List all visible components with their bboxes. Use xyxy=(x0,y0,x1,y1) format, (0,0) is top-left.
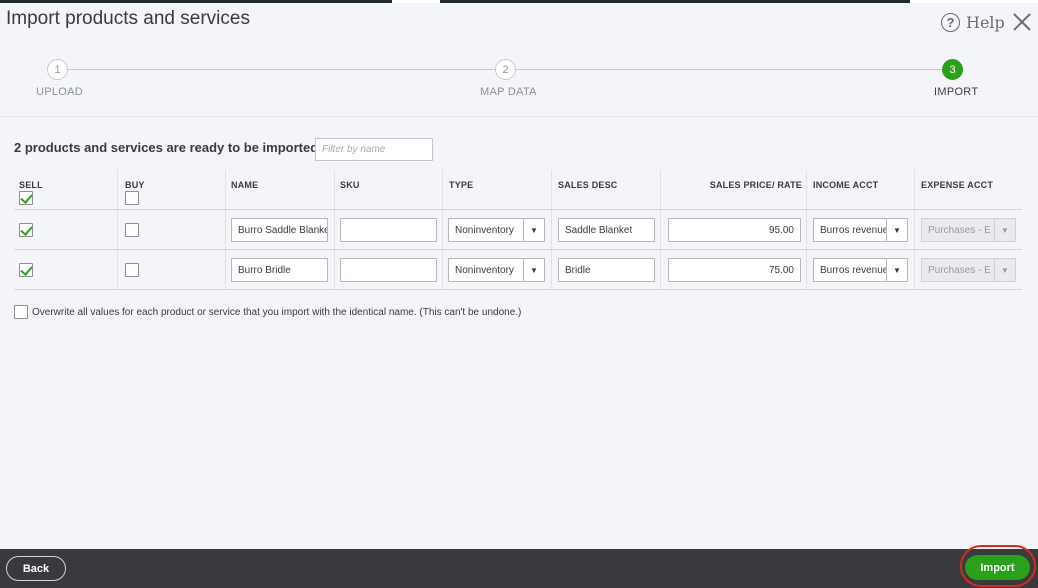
step-3-label: IMPORT xyxy=(934,86,979,98)
header-cell-sell: SELL xyxy=(14,170,117,209)
cell-sku xyxy=(334,250,442,289)
row-buy-checkbox[interactable] xyxy=(125,223,139,237)
header-income-acct: INCOME ACCT xyxy=(813,180,879,190)
step-2-label: MAP DATA xyxy=(480,86,537,98)
cell-income-acct: Burros revenue ▼ xyxy=(806,250,914,289)
sku-field[interactable] xyxy=(340,218,437,242)
select-all-buy-checkbox[interactable] xyxy=(125,191,139,205)
header-cell-sku: SKU xyxy=(334,170,442,209)
sales-price-field[interactable]: 75.00 xyxy=(668,258,801,282)
step-1-indicator: 1 xyxy=(47,59,68,80)
type-select[interactable]: Noninventory ▼ xyxy=(448,258,545,282)
income-account-value: Burros revenue xyxy=(813,258,887,282)
cell-type: Noninventory ▼ xyxy=(442,250,551,289)
header-cell-expense-acct: EXPENSE ACCT xyxy=(914,170,1022,209)
sku-field[interactable] xyxy=(340,258,437,282)
cell-expense-acct: Purchases - E ▼ xyxy=(914,210,1022,249)
header-expense-acct: EXPENSE ACCT xyxy=(921,180,994,190)
header-sell: SELL xyxy=(19,180,43,190)
caret-down-icon: ▼ xyxy=(995,258,1016,282)
stepper-connector xyxy=(68,69,495,70)
step-3-indicator: 3 xyxy=(942,59,963,80)
name-field[interactable]: Burro Bridle xyxy=(231,258,328,282)
row-sell-checkbox[interactable] xyxy=(19,263,33,277)
cell-income-acct: Burros revenue ▼ xyxy=(806,210,914,249)
expense-account-select: Purchases - E ▼ xyxy=(921,218,1016,242)
overwrite-option: Overwrite all values for each product or… xyxy=(14,305,521,319)
expense-account-value: Purchases - E xyxy=(921,218,995,242)
cell-expense-acct: Purchases - E ▼ xyxy=(914,250,1022,289)
cell-sales-desc: Saddle Blanket xyxy=(551,210,660,249)
type-select-value: Noninventory xyxy=(448,218,524,242)
step-1-label: UPLOAD xyxy=(36,86,84,98)
stepper-connector xyxy=(516,69,942,70)
cell-type: Noninventory ▼ xyxy=(442,210,551,249)
sales-desc-field[interactable]: Bridle xyxy=(558,258,655,282)
header-sales-desc: SALES DESC xyxy=(558,180,618,190)
income-account-value: Burros revenue xyxy=(813,218,887,242)
help-link[interactable]: ? Help xyxy=(941,12,1005,32)
import-button[interactable]: Import xyxy=(965,555,1030,580)
ready-to-import-heading: 2 products and services are ready to be … xyxy=(14,140,319,155)
cell-name: Burro Saddle Blanket xyxy=(225,210,334,249)
header-type: TYPE xyxy=(449,180,474,190)
dialog-footer: Back Import xyxy=(0,545,1038,588)
sales-price-field[interactable]: 95.00 xyxy=(668,218,801,242)
header-buy: BUY xyxy=(125,180,145,190)
caret-down-icon: ▼ xyxy=(887,258,908,282)
import-table: SELL BUY NAME SKU TYPE SALES DESC SALES … xyxy=(14,170,1022,290)
back-button[interactable]: Back xyxy=(6,556,66,581)
select-all-sell-checkbox[interactable] xyxy=(19,191,33,205)
header-cell-income-acct: INCOME ACCT xyxy=(806,170,914,209)
header-cell-buy: BUY xyxy=(117,170,225,209)
help-circle-icon: ? xyxy=(941,12,960,32)
cell-sell xyxy=(14,250,117,289)
caret-down-icon: ▼ xyxy=(524,218,545,242)
expense-account-select: Purchases - E ▼ xyxy=(921,258,1016,282)
cell-buy xyxy=(117,210,225,249)
cell-sales-price: 75.00 xyxy=(660,250,806,289)
table-row: Burro Bridle Noninventory ▼ Bridle 75.00… xyxy=(14,250,1022,290)
caret-down-icon: ▼ xyxy=(887,218,908,242)
income-account-select[interactable]: Burros revenue ▼ xyxy=(813,218,908,242)
caret-down-icon: ▼ xyxy=(524,258,545,282)
header-cell-sales-desc: SALES DESC xyxy=(551,170,660,209)
header-sales-price: SALES PRICE/ RATE xyxy=(709,180,802,190)
type-select[interactable]: Noninventory ▼ xyxy=(448,218,545,242)
dialog-title: Import products and services xyxy=(6,8,250,29)
header-name: NAME xyxy=(231,180,259,190)
row-sell-checkbox[interactable] xyxy=(19,223,33,237)
filter-by-name-input[interactable] xyxy=(315,138,433,161)
table-row: Burro Saddle Blanket Noninventory ▼ Sadd… xyxy=(14,210,1022,250)
overwrite-label: Overwrite all values for each product or… xyxy=(32,306,522,318)
sales-desc-field[interactable]: Saddle Blanket xyxy=(558,218,655,242)
header-sku: SKU xyxy=(340,180,360,190)
cell-sku xyxy=(334,210,442,249)
header-cell-type: TYPE xyxy=(442,170,551,209)
overwrite-checkbox[interactable] xyxy=(14,305,28,319)
step-2-indicator: 2 xyxy=(495,59,516,80)
header-cell-sales-price: SALES PRICE/ RATE xyxy=(660,170,806,209)
row-buy-checkbox[interactable] xyxy=(125,263,139,277)
table-header-row: SELL BUY NAME SKU TYPE SALES DESC SALES … xyxy=(14,170,1022,210)
caret-down-icon: ▼ xyxy=(995,218,1016,242)
close-icon[interactable] xyxy=(1011,11,1033,33)
cell-sales-desc: Bridle xyxy=(551,250,660,289)
help-label: Help xyxy=(966,12,1005,32)
expense-account-value: Purchases - E xyxy=(921,258,995,282)
progress-stepper: 1 UPLOAD 2 MAP DATA 3 IMPORT xyxy=(0,41,1038,117)
cell-name: Burro Bridle xyxy=(225,250,334,289)
dialog-header: Import products and services ? Help xyxy=(0,3,1038,41)
type-select-value: Noninventory xyxy=(448,258,524,282)
header-cell-name: NAME xyxy=(225,170,334,209)
income-account-select[interactable]: Burros revenue ▼ xyxy=(813,258,908,282)
cell-sell xyxy=(14,210,117,249)
cell-sales-price: 95.00 xyxy=(660,210,806,249)
cell-buy xyxy=(117,250,225,289)
name-field[interactable]: Burro Saddle Blanket xyxy=(231,218,328,242)
